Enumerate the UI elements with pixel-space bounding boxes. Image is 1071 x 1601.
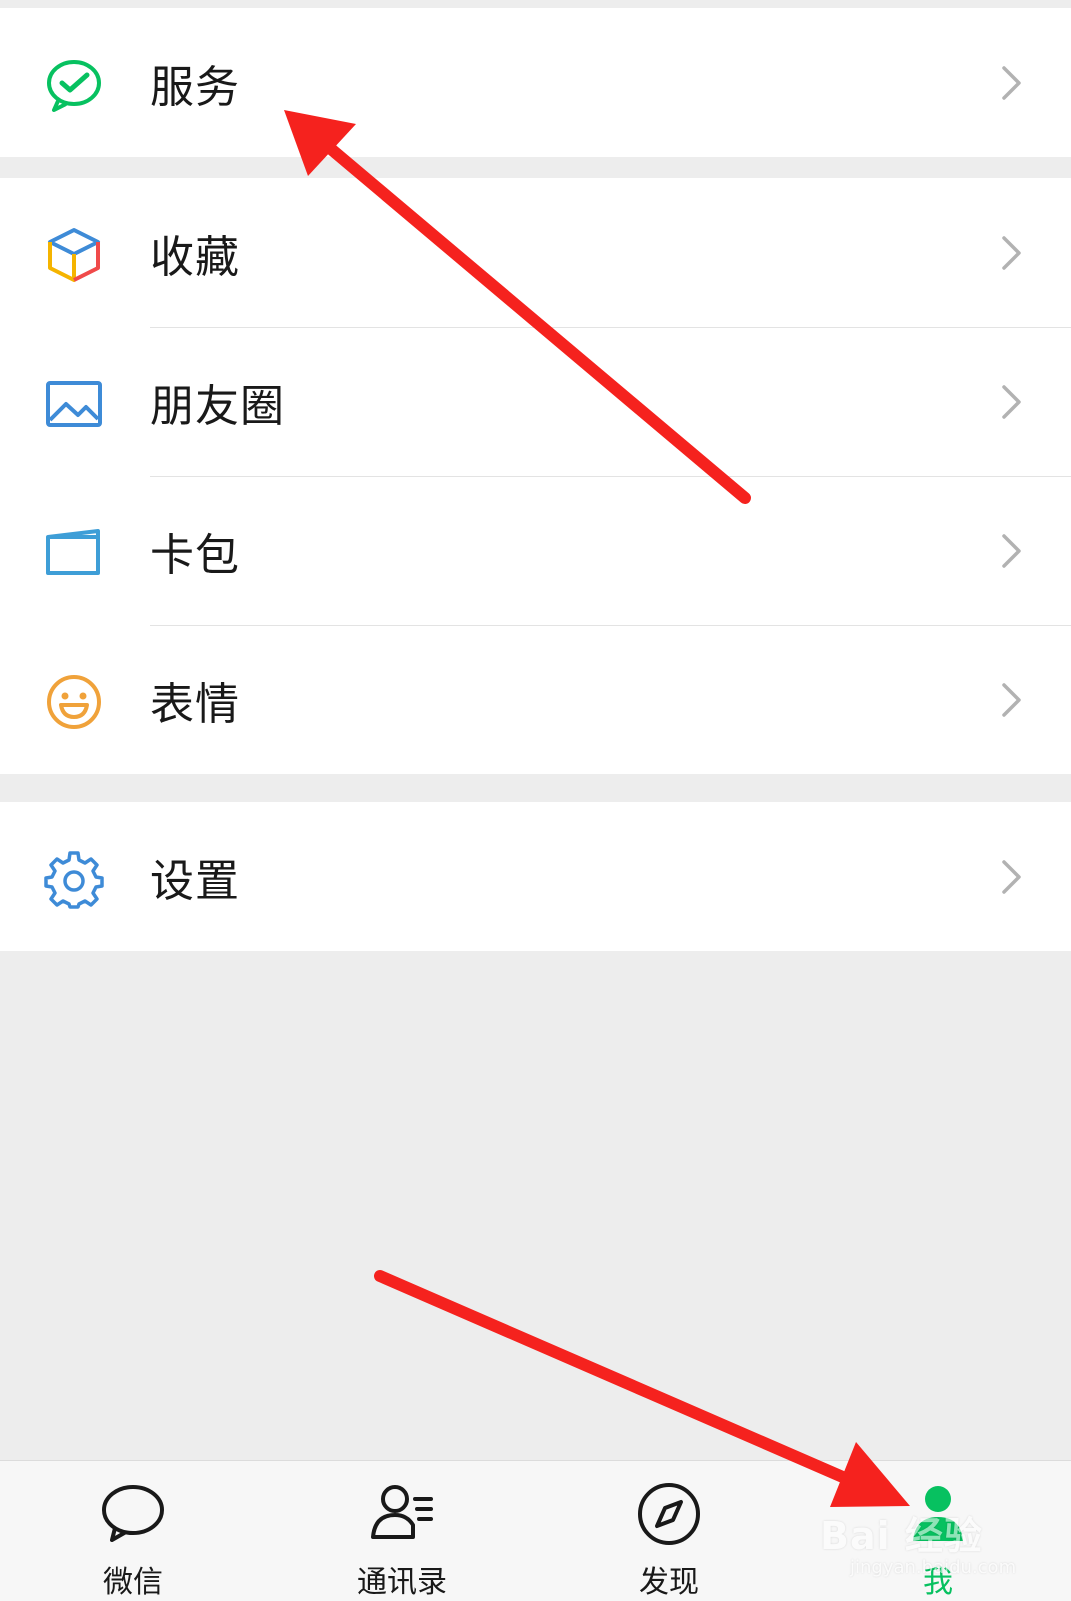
tab-label: 通讯录 xyxy=(357,1565,447,1600)
contacts-icon xyxy=(367,1479,437,1549)
watermark-logo-text: Bai 经验 xyxy=(820,1514,983,1558)
card-wallet-icon xyxy=(44,523,104,583)
tab-chats[interactable]: 微信 xyxy=(43,1461,223,1601)
chevron-right-icon xyxy=(1001,859,1023,895)
tab-contacts[interactable]: 通讯录 xyxy=(312,1461,492,1601)
chevron-right-icon xyxy=(1001,384,1023,420)
chevron-right-icon xyxy=(1001,533,1023,569)
chevron-right-icon xyxy=(1001,235,1023,271)
menu-group-services: 服务 xyxy=(0,8,1071,157)
services-icon xyxy=(44,55,104,115)
favorites-cube-icon xyxy=(44,225,104,285)
chevron-right-icon xyxy=(1001,65,1023,101)
menu-group-main: 收藏 朋友圈 卡包 表情 xyxy=(0,178,1071,774)
menu-item-label: 设置 xyxy=(150,855,240,907)
tab-label: 微信 xyxy=(103,1565,163,1600)
watermark-url: jingyan.baidu.com xyxy=(850,1557,1017,1578)
menu-item-favorites[interactable]: 收藏 xyxy=(0,178,1071,327)
menu-item-moments[interactable]: 朋友圈 xyxy=(0,327,1071,476)
menu-item-label: 卡包 xyxy=(150,529,240,581)
menu-item-label: 表情 xyxy=(150,678,240,730)
settings-gear-icon xyxy=(44,849,104,909)
menu-item-card-wallet[interactable]: 卡包 xyxy=(0,476,1071,625)
tab-label: 发现 xyxy=(639,1565,699,1600)
menu-group-settings: 设置 xyxy=(0,802,1071,951)
sticker-smile-icon xyxy=(44,672,104,732)
tab-discover[interactable]: 发现 xyxy=(579,1461,759,1601)
chevron-right-icon xyxy=(1001,682,1023,718)
menu-item-settings[interactable]: 设置 xyxy=(0,802,1071,951)
menu-item-label: 朋友圈 xyxy=(150,380,285,432)
menu-item-label: 服务 xyxy=(150,61,240,113)
menu-item-stickers[interactable]: 表情 xyxy=(0,625,1071,774)
menu-item-label: 收藏 xyxy=(150,231,240,283)
moments-image-icon xyxy=(44,374,104,434)
compass-icon xyxy=(634,1479,704,1549)
chat-bubble-icon xyxy=(98,1479,168,1549)
menu-item-services[interactable]: 服务 xyxy=(0,8,1071,157)
baidu-watermark: Bai 经验 jingyan.baidu.com xyxy=(820,1505,1020,1595)
